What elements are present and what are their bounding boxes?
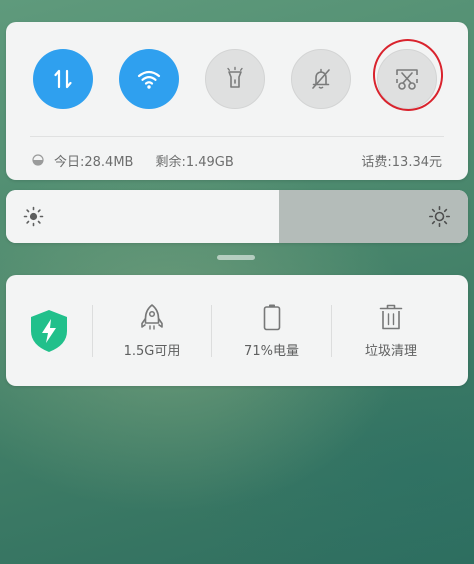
today-usage: 今日:28.4MB (54, 154, 134, 170)
screenshot-scissors-icon (396, 69, 418, 90)
data-transfer-icon (54, 69, 72, 89)
memory-boost-button[interactable]: 1.5G可用 (93, 275, 211, 386)
quick-settings-panel: 今日:28.4MB 剩余:1.49GB 话费:13.34元 (6, 22, 468, 180)
battery-button[interactable]: 71%电量 (212, 275, 331, 386)
flashlight-icon (227, 66, 243, 88)
battery-label: 71%电量 (244, 343, 299, 359)
data-usage-row: 今日:28.4MB 剩余:1.49GB 话费:13.34元 (32, 150, 442, 170)
phone-balance[interactable]: 话费:13.34元 (361, 151, 442, 170)
brightness-high-icon (429, 206, 450, 227)
drag-handle[interactable] (217, 255, 255, 260)
remaining-data: 剩余:1.49GB (155, 154, 234, 170)
junk-clean-button[interactable]: 垃圾清理 (332, 275, 450, 386)
mute-toggle[interactable] (291, 49, 351, 109)
brightness-low-icon (23, 206, 44, 227)
security-shield-button[interactable] (6, 275, 92, 386)
flashlight-toggle[interactable] (205, 49, 265, 109)
wifi-toggle[interactable] (119, 49, 179, 109)
rocket-icon (141, 303, 163, 330)
security-shield-icon (31, 309, 67, 352)
tools-panel: 1.5G可用 71%电量 垃圾清理 (6, 275, 468, 386)
screenshot-toggle[interactable] (377, 49, 437, 109)
wifi-icon (137, 70, 161, 89)
brightness-fill (6, 190, 279, 243)
mobile-data-toggle[interactable] (33, 49, 93, 109)
memory-label: 1.5G可用 (123, 343, 181, 359)
battery-icon (263, 304, 280, 330)
junk-clean-label: 垃圾清理 (364, 343, 417, 359)
half-moon-icon (32, 154, 44, 166)
panel-divider (30, 136, 444, 137)
quick-toggle-row (6, 34, 468, 116)
brightness-slider[interactable] (6, 190, 468, 243)
bell-off-icon (312, 68, 330, 89)
trash-icon (379, 304, 403, 329)
